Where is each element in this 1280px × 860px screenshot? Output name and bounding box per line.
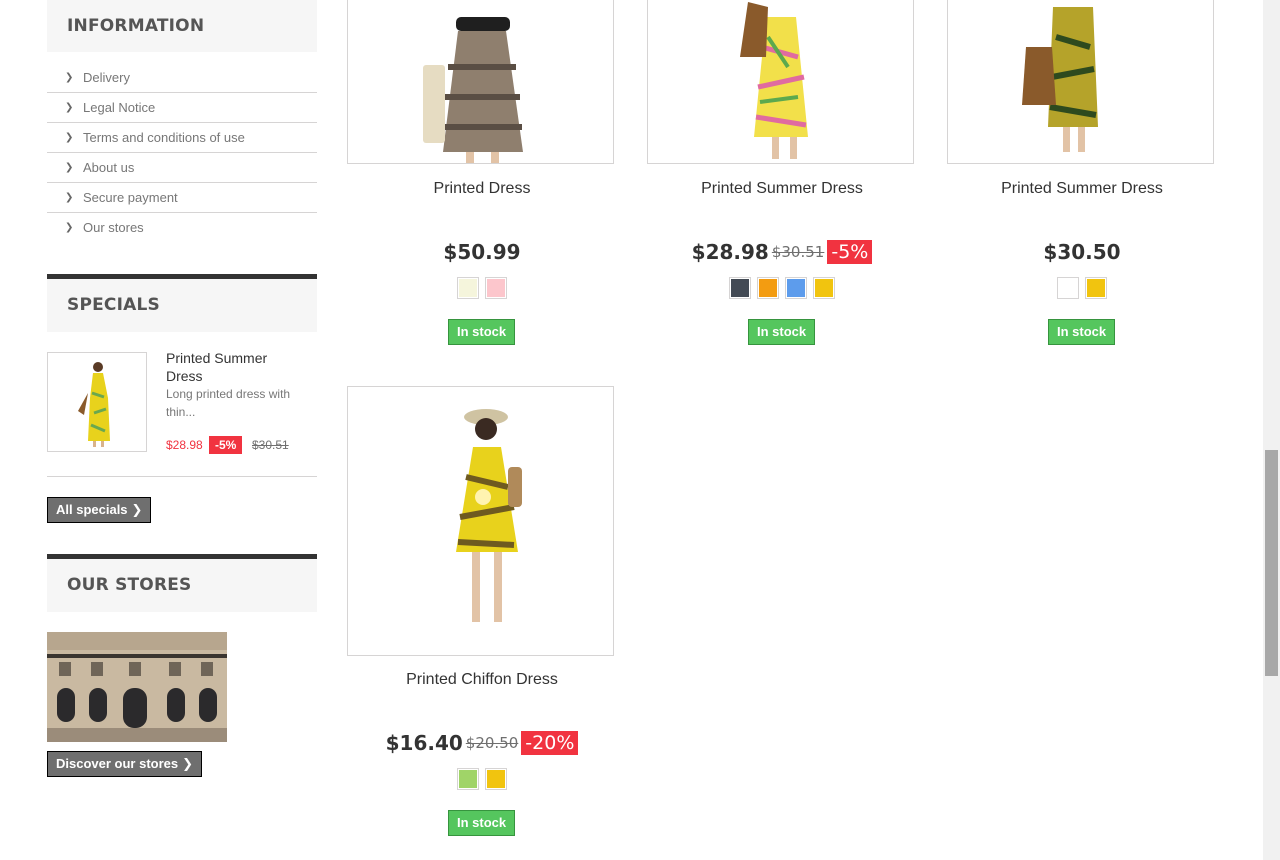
product-price-row: $30.50 <box>947 240 1217 264</box>
info-link-our-stores[interactable]: ❯ Our stores <box>47 213 317 242</box>
information-title: INFORMATION <box>67 16 205 36</box>
color-swatches <box>347 277 617 299</box>
color-swatch[interactable] <box>485 768 507 790</box>
product-name[interactable]: Printed Dress <box>347 180 617 198</box>
info-link-secure-payment[interactable]: ❯ Secure payment <box>47 183 317 213</box>
color-swatch[interactable] <box>813 277 835 299</box>
info-link-delivery[interactable]: ❯ Delivery <box>47 63 317 93</box>
discover-stores-button[interactable]: Discover our stores ❯ <box>47 751 203 777</box>
stores-block-title: OUR STORES <box>47 554 317 612</box>
product-old-price: $30.51 <box>771 243 825 261</box>
special-product-name[interactable]: Printed Summer Dress <box>166 349 306 385</box>
product-price: $16.40 <box>385 731 463 755</box>
chevron-right-icon: ❯ <box>65 222 74 233</box>
stock-badge: In stock <box>748 319 816 345</box>
color-swatch[interactable] <box>729 277 751 299</box>
scrollbar-thumb[interactable] <box>1265 450 1278 676</box>
chevron-right-icon: ❯ <box>65 102 74 113</box>
information-block-title: INFORMATION <box>47 0 317 52</box>
color-swatch[interactable] <box>1057 277 1079 299</box>
color-swatches <box>347 768 617 790</box>
info-link-legal-notice[interactable]: ❯ Legal Notice <box>47 93 317 123</box>
special-product-image[interactable] <box>47 352 147 452</box>
page-scrollbar[interactable] <box>1263 0 1280 860</box>
product-price: $28.98 <box>691 240 769 264</box>
chevron-right-icon: ❯ <box>65 132 74 143</box>
specials-title: SPECIALS <box>67 295 160 315</box>
color-swatch[interactable] <box>457 768 479 790</box>
special-discount-badge: -5% <box>209 436 243 454</box>
color-swatch[interactable] <box>485 277 507 299</box>
specials-block-title: SPECIALS <box>47 274 317 332</box>
product-price: $50.99 <box>443 240 521 264</box>
product-name[interactable]: Printed Summer Dress <box>947 180 1217 198</box>
color-swatch[interactable] <box>757 277 779 299</box>
stock-badge: In stock <box>1048 319 1116 345</box>
stock-badge: In stock <box>448 319 516 345</box>
store-photo[interactable] <box>47 632 227 742</box>
product-price-row: $16.40 $20.50 -20% <box>347 731 617 755</box>
product-image[interactable] <box>347 0 614 164</box>
color-swatch[interactable] <box>785 277 807 299</box>
product-price-row: $50.99 <box>347 240 617 264</box>
chevron-right-icon: ❯ <box>65 162 74 173</box>
color-swatches <box>947 277 1217 299</box>
stores-title: OUR STORES <box>67 575 192 595</box>
stock-badge: In stock <box>448 810 516 836</box>
product-name[interactable]: Printed Summer Dress <box>647 180 917 198</box>
info-link-about-us[interactable]: ❯ About us <box>47 153 317 183</box>
product-old-price: $20.50 <box>465 734 519 752</box>
chevron-right-icon: ❯ <box>65 72 74 83</box>
discount-badge: -20% <box>521 731 579 755</box>
color-swatches <box>647 277 917 299</box>
info-link-terms[interactable]: ❯ Terms and conditions of use <box>47 123 317 153</box>
all-specials-button[interactable]: All specials ❯ <box>47 497 152 523</box>
product-image[interactable] <box>947 0 1214 164</box>
discover-stores-label: Discover our stores <box>56 756 179 771</box>
color-swatch[interactable] <box>457 277 479 299</box>
special-product-price: $28.98 <box>166 438 203 452</box>
product-name[interactable]: Printed Chiffon Dress <box>347 671 617 689</box>
product-image[interactable] <box>647 0 914 164</box>
special-old-price: $30.51 <box>252 438 289 452</box>
product-price: $30.50 <box>1043 240 1121 264</box>
color-swatch[interactable] <box>1085 277 1107 299</box>
all-specials-label: All specials <box>56 502 128 517</box>
chevron-right-icon: ❯ <box>131 502 143 517</box>
chevron-right-icon: ❯ <box>65 192 74 203</box>
discount-badge: -5% <box>827 240 873 264</box>
special-product-card: Printed Summer Dress Long printed dress … <box>47 349 317 477</box>
special-product-description: Long printed dress with thin... <box>166 387 291 419</box>
information-links: ❯ Delivery ❯ Legal Notice ❯ Terms and condi… <box>47 63 317 242</box>
product-price-row: $28.98 $30.51 -5% <box>647 240 917 264</box>
product-image[interactable] <box>347 386 614 656</box>
chevron-right-icon: ❯ <box>182 756 194 771</box>
